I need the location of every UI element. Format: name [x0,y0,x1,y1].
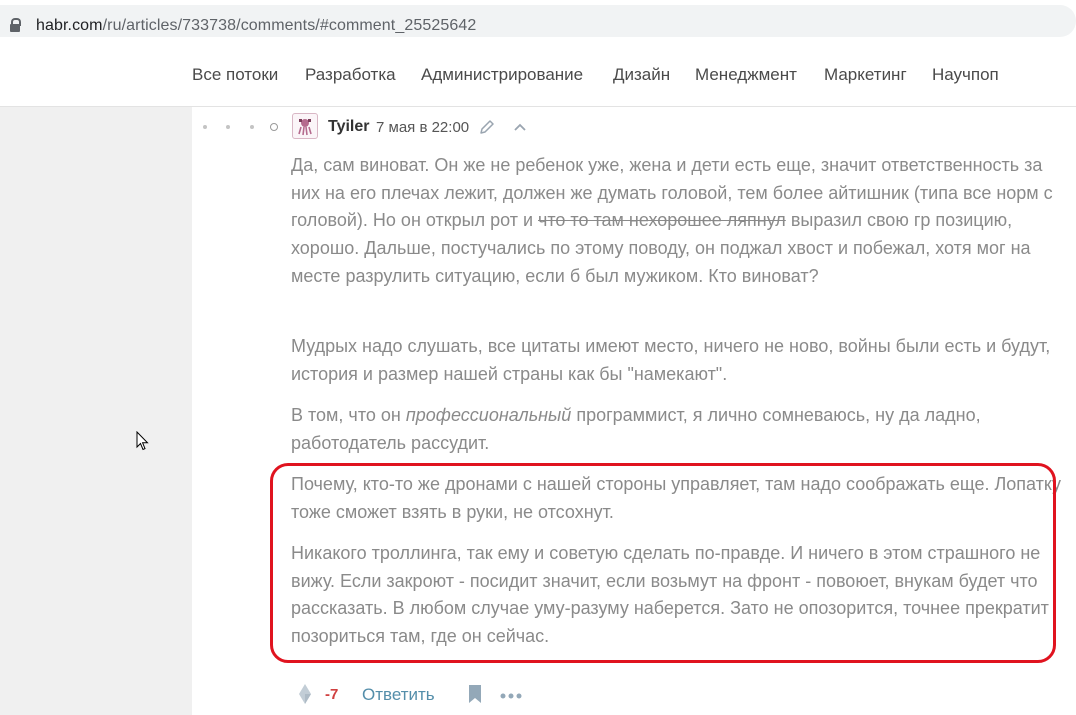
comment-paragraph-2: Мудрых надо слушать, все цитаты имеют ме… [291,336,1051,384]
url-field[interactable]: habr.com/ru/articles/733738/comments/#co… [0,5,1076,37]
nav-item-all-flows[interactable]: Все потоки [192,65,278,85]
url-host: habr.com [36,17,103,34]
reply-button[interactable]: Ответить [362,685,435,705]
strikethrough-text: что то там нехорошее ляпнул [538,210,786,231]
depth-dot [226,125,230,129]
nav-item-management[interactable]: Менеджмент [695,65,797,85]
comment-paragraph-1: Да, сам виноват. Он же не ребенок уже, ж… [291,152,1061,291]
red-highlight-box [270,463,1056,663]
italic-text: профессиональный [405,405,572,425]
pencil-icon[interactable] [478,118,496,136]
nav-item-marketing[interactable]: Маркетинг [824,65,907,85]
more-dots-icon[interactable] [500,693,522,699]
comment-date[interactable]: 7 мая в 22:00 [376,119,469,136]
comment-score: -7 [325,686,339,703]
comment-author[interactable]: Tyiler [328,118,370,136]
nav-item-design[interactable]: Дизайн [613,65,670,85]
depth-ring [270,123,278,131]
depth-dot [250,125,254,129]
nav-item-development[interactable]: Разработка [305,65,396,85]
comment-paragraph-3: В том, что он профессиональный программи… [291,402,1061,457]
nav-item-administration[interactable]: Администрирование [421,65,583,85]
browser-address-bar: habr.com/ru/articles/733738/comments/#co… [0,0,1076,43]
bookmark-icon[interactable] [468,684,482,704]
flows-nav: Все потоки Разработка Администрирование … [0,43,1076,107]
mouse-cursor-icon [136,431,149,451]
vote-diamond-icon[interactable] [298,683,312,705]
left-gutter [0,107,192,715]
url-path: /ru/articles/733738/comments/#comment_25… [102,17,477,34]
avatar-image [298,119,312,136]
nav-item-popular-science[interactable]: Научпоп [932,65,999,85]
url-text[interactable]: habr.com/ru/articles/733738/comments/#co… [36,17,476,35]
lock-icon[interactable] [10,18,21,32]
avatar[interactable] [292,113,318,139]
depth-dot [203,125,207,129]
chevron-up-icon[interactable] [511,118,529,136]
text-segment: В том, что он [291,405,406,425]
